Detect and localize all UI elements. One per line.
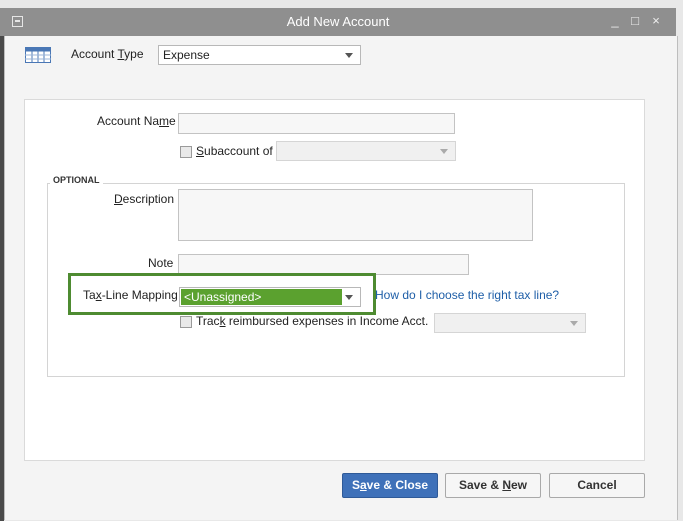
account-type-label: Account Type <box>71 47 144 61</box>
note-input[interactable] <box>178 254 469 275</box>
account-type-select[interactable]: Expense <box>158 45 361 65</box>
account-name-label: Account Name <box>97 114 176 128</box>
description-textarea[interactable] <box>178 189 533 241</box>
window-title: Add New Account <box>286 14 390 29</box>
save-and-new-button[interactable]: Save & New <box>445 473 541 498</box>
tax-line-mapping-label: Tax-Line Mapping <box>83 288 178 302</box>
tax-line-help-link[interactable]: How do I choose the right tax line? <box>375 288 559 302</box>
minimize-button[interactable]: _ <box>606 11 624 31</box>
close-button[interactable]: × <box>647 11 665 31</box>
subaccount-label[interactable]: Subaccount of <box>196 144 273 158</box>
maximize-button[interactable]: □ <box>626 11 644 31</box>
account-type-value: Expense <box>163 48 210 62</box>
account-ledger-icon <box>25 47 51 63</box>
title-bar[interactable]: Add New Account _ □ × <box>0 8 676 36</box>
chevron-down-icon <box>570 321 578 326</box>
track-reimbursed-checkbox[interactable] <box>180 316 192 328</box>
tax-line-mapping-value: <Unassigned> <box>184 290 262 304</box>
tax-line-mapping-select[interactable]: <Unassigned> <box>179 287 361 307</box>
income-account-select[interactable] <box>434 313 586 333</box>
chevron-down-icon <box>345 295 353 300</box>
description-label: Description <box>114 192 175 206</box>
note-label: Note <box>148 256 174 270</box>
track-reimbursed-label[interactable]: Track reimbursed expenses in Income Acct… <box>196 314 428 328</box>
account-name-input[interactable] <box>178 113 455 134</box>
optional-section-label: OPTIONAL <box>50 175 103 185</box>
chevron-down-icon <box>440 149 448 154</box>
cancel-button[interactable]: Cancel <box>549 473 645 498</box>
save-and-close-button[interactable]: Save & Close <box>342 473 438 498</box>
subaccount-checkbox[interactable] <box>180 146 192 158</box>
subaccount-select[interactable] <box>276 141 456 161</box>
chevron-down-icon <box>345 53 353 58</box>
